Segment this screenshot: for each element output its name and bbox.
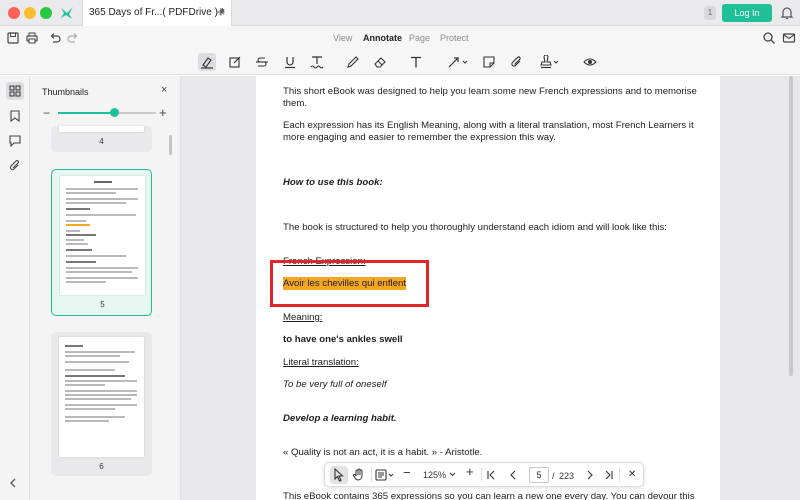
underline-icon[interactable] — [281, 53, 299, 71]
annotate-toolbar — [0, 49, 800, 75]
thumbnail-page-4[interactable]: 4 — [51, 126, 152, 152]
maximize-window-button[interactable] — [40, 7, 52, 19]
eye-icon[interactable] — [581, 53, 599, 71]
new-tab-button[interactable]: + — [212, 4, 230, 22]
document-scrollbar[interactable] — [789, 76, 793, 376]
sticky-note-icon[interactable] — [226, 53, 244, 71]
comment-icon[interactable] — [6, 132, 24, 150]
zoom-in-button[interactable]: + — [466, 465, 474, 478]
strikethrough-icon[interactable] — [253, 53, 271, 71]
arrow-icon[interactable] — [445, 53, 468, 71]
thumbnail-image — [59, 337, 144, 457]
thumbnail-page-5[interactable]: 5 — [51, 169, 152, 316]
bell-icon[interactable] — [780, 5, 794, 21]
squiggly-icon[interactable] — [308, 53, 326, 71]
app-logo-icon — [58, 4, 76, 22]
literal-translation-label: Literal translation: — [283, 357, 359, 368]
pencil-icon[interactable] — [344, 53, 362, 71]
intro-paragraph: This short eBook was designed to help yo… — [283, 86, 697, 109]
toolbar-divider — [619, 468, 620, 482]
thumbnails-scrollbar[interactable] — [169, 135, 172, 155]
meaning-label: Meaning: — [283, 312, 323, 323]
thumbnail-zoom-slider-handle[interactable] — [110, 108, 120, 117]
chevron-down-icon — [449, 472, 456, 477]
toolbar-divider — [481, 468, 482, 482]
section-heading-how-to-use: How to use this book: — [283, 177, 383, 188]
fit-page-icon[interactable] — [375, 468, 397, 486]
zoom-level-select[interactable]: 125% — [419, 467, 459, 483]
bookmark-icon[interactable] — [6, 107, 24, 125]
eraser-icon[interactable] — [371, 53, 389, 71]
minimize-window-button[interactable] — [24, 7, 36, 19]
thumbnail-label: 6 — [99, 462, 104, 471]
literal-translation-value: To be very full of oneself — [283, 379, 387, 390]
tab-protect[interactable]: Protect — [440, 33, 469, 43]
login-button[interactable]: Log In — [722, 4, 772, 22]
left-rail — [0, 76, 30, 500]
document-tab[interactable]: 365 Days of Fr...( PDFDrive ) * × — [82, 0, 232, 26]
attachment-icon[interactable] — [508, 53, 526, 71]
current-page-input[interactable]: 5 — [529, 467, 549, 483]
mail-icon[interactable] — [782, 31, 796, 45]
closing-paragraph: This eBook contains 365 expressions so y… — [283, 491, 695, 500]
close-panel-icon[interactable]: × — [161, 84, 167, 96]
thumbnail-zoom-slider-fill — [58, 112, 115, 114]
first-page-icon[interactable] — [486, 469, 496, 485]
undo-icon[interactable] — [48, 31, 62, 45]
page-navigation-bar: − 125% + 5 / 223 ✕ — [324, 462, 644, 487]
tab-page[interactable]: Page — [409, 33, 430, 43]
explanation-paragraph: Each expression has its English Meaning,… — [283, 120, 694, 143]
total-pages: 223 — [559, 471, 575, 481]
close-toolbar-button[interactable]: ✕ — [628, 469, 636, 481]
close-window-button[interactable] — [8, 7, 20, 19]
zoom-level-value: 125% — [423, 470, 447, 480]
note-icon[interactable] — [480, 53, 498, 71]
thumbnail-image — [59, 126, 144, 132]
thumbnails-title: Thumbnails — [42, 87, 89, 97]
meaning-value: to have one's ankles swell — [283, 334, 403, 345]
tab-annotate[interactable]: Annotate — [363, 33, 402, 43]
previous-page-icon[interactable] — [508, 469, 518, 485]
thumbnail-image — [60, 176, 145, 295]
highlight-icon[interactable] — [198, 53, 216, 71]
document-tab-title: 365 Days of Fr...( PDFDrive ) * — [89, 7, 225, 18]
thumbnail-page-6[interactable]: 6 — [51, 332, 152, 476]
thumbnails-icon[interactable] — [6, 82, 24, 100]
zoom-out-button[interactable]: − — [403, 466, 411, 479]
tab-view[interactable]: View — [333, 33, 352, 43]
thumbnail-zoom-in-button[interactable]: + — [159, 105, 167, 120]
next-page-icon[interactable] — [585, 469, 595, 485]
thumbnails-panel: Thumbnails × − + 4 5 6 — [30, 76, 181, 500]
cursor-icon[interactable] — [333, 467, 345, 486]
print-icon[interactable] — [25, 31, 39, 45]
hand-icon[interactable] — [352, 468, 366, 486]
attachments-icon[interactable] — [6, 157, 24, 175]
stamp-icon[interactable] — [537, 53, 559, 71]
aristotle-quote: « Quality is not an act, it is a habit. … — [283, 447, 483, 458]
toolbar-divider — [371, 468, 372, 482]
notification-badge[interactable]: 1 — [704, 6, 716, 20]
text-icon[interactable] — [407, 53, 425, 71]
search-icon[interactable] — [762, 31, 776, 45]
collapse-panel-icon[interactable] — [8, 477, 18, 492]
page-separator: / — [552, 471, 555, 481]
save-icon[interactable] — [6, 31, 20, 45]
thumbnail-zoom-out-button[interactable]: − — [43, 106, 50, 120]
last-page-icon[interactable] — [604, 469, 614, 485]
annotation-rectangle[interactable] — [270, 260, 429, 307]
redo-icon[interactable] — [66, 31, 80, 45]
thumbnail-label: 5 — [100, 300, 105, 309]
thumbnail-label: 4 — [99, 137, 104, 146]
structure-paragraph: The book is structured to help you thoro… — [283, 222, 667, 233]
section-heading-learning-habit: Develop a learning habit. — [283, 413, 397, 424]
